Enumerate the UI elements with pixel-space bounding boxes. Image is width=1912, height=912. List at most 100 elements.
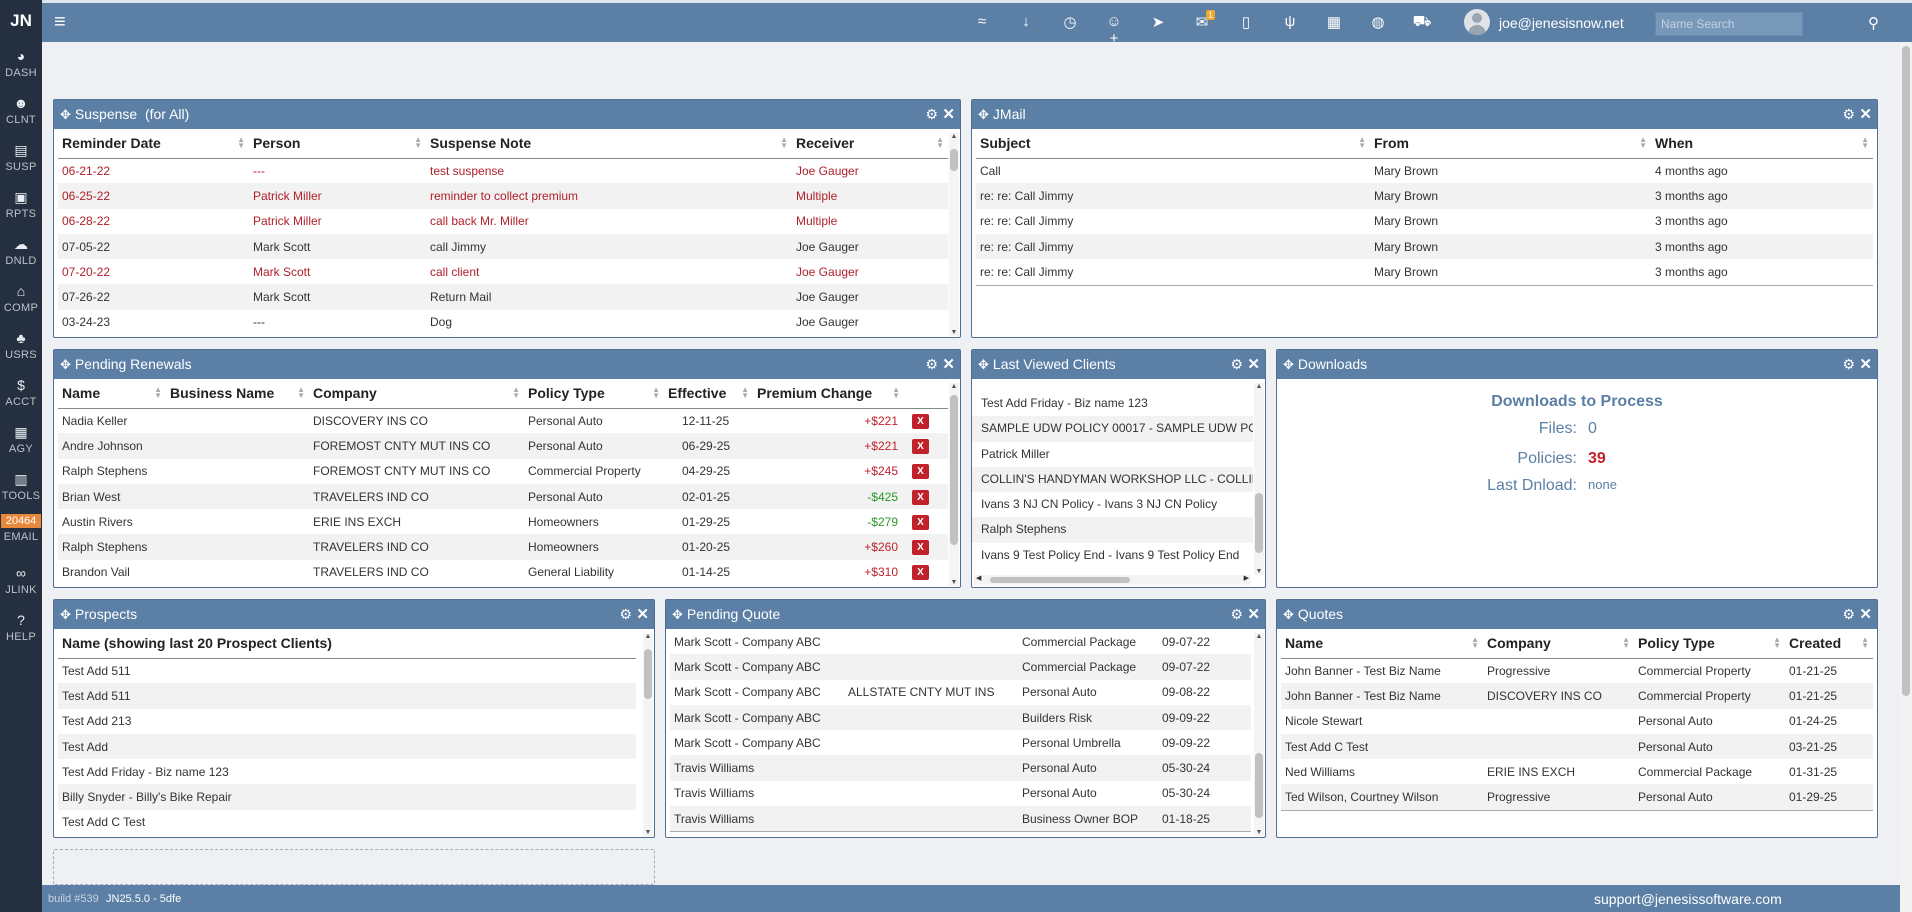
- column-header[interactable]: Premium Change ▲ ▼: [753, 379, 904, 409]
- list-item[interactable]: Ivans 3 NJ CN Policy - Ivans 3 NJ CN Pol…: [972, 492, 1253, 517]
- column-header[interactable]: Effective ▲ ▼: [664, 379, 753, 409]
- gear-icon[interactable]: ⚙: [1230, 600, 1243, 629]
- gear-icon[interactable]: ⚙: [1842, 100, 1855, 129]
- widget-drop-zone[interactable]: [53, 849, 655, 885]
- close-icon[interactable]: ✕: [1247, 350, 1260, 379]
- support-email-link[interactable]: support@jenesissoftware.com: [1594, 891, 1782, 907]
- column-header[interactable]: Person ▲ ▼: [249, 129, 426, 159]
- move-icon[interactable]: ✥: [978, 357, 989, 372]
- remove-button[interactable]: X: [912, 464, 929, 480]
- gear-icon[interactable]: ⚙: [1230, 350, 1243, 379]
- remove-button[interactable]: X: [912, 514, 929, 530]
- last-viewed-vscroll[interactable]: ▲ ▼: [1254, 383, 1264, 575]
- sidebar-item-help[interactable]: ? HELP: [0, 606, 42, 653]
- table-row[interactable]: Ralph Stephens TRAVELERS IND CO Homeowners…: [58, 534, 948, 560]
- sidebar-item-comp[interactable]: ⌂ COMP: [0, 277, 42, 324]
- table-row[interactable]: Ralph Stephens FOREMOST CNTY MUT INS CO Co…: [58, 459, 948, 484]
- close-icon[interactable]: ✕: [1247, 600, 1260, 629]
- move-icon[interactable]: ✥: [60, 357, 71, 372]
- move-icon[interactable]: ✥: [978, 107, 989, 122]
- table-row[interactable]: Mark Scott - Company ABC Personal Umbrell…: [670, 730, 1251, 755]
- mail-icon[interactable]: ✉ 1: [1190, 10, 1215, 31]
- gear-icon[interactable]: ⚙: [619, 600, 632, 629]
- table-row[interactable]: Travis Williams Personal Auto 05-30-24: [670, 781, 1251, 806]
- table-row[interactable]: Test Add 213: [58, 709, 636, 734]
- column-header[interactable]: Name ▲ ▼: [1281, 629, 1483, 659]
- move-icon[interactable]: ✥: [672, 607, 683, 622]
- sidebar-item-email[interactable]: 20464 EMAIL: [0, 512, 42, 559]
- table-row[interactable]: Mark Scott - Company ABC ALLSTATE CNTY MU…: [670, 680, 1251, 705]
- pdf-icon[interactable]: ▯: [1234, 13, 1258, 31]
- sidebar-item-clnt[interactable]: ☻ CLNT: [0, 89, 42, 136]
- column-header[interactable]: Business Name ▲ ▼: [166, 379, 309, 409]
- close-icon[interactable]: ✕: [1859, 350, 1872, 379]
- clock-icon[interactable]: ◷: [1058, 13, 1082, 31]
- table-row[interactable]: John Banner - Test Biz Name DISCOVERY INS…: [1281, 683, 1873, 709]
- table-row[interactable]: 07-05-22 Mark Scott call Jimmy Joe Gauger: [58, 233, 948, 260]
- globe-icon[interactable]: ◍: [1366, 13, 1390, 31]
- column-header[interactable]: Created ▲ ▼: [1785, 629, 1873, 659]
- sidebar-item-susp[interactable]: ▤ SUSP: [0, 136, 42, 183]
- sidebar-item-tools[interactable]: ▥ TOOLS: [0, 465, 42, 512]
- column-header[interactable]: Company ▲ ▼: [1483, 629, 1634, 659]
- table-row[interactable]: re: re: Call Jimmy Mary Brown 3 months ago: [976, 259, 1873, 284]
- suspense-scrollbar[interactable]: ▲ ▼: [949, 133, 959, 336]
- user-email[interactable]: joe@jenesisnow.net: [1499, 15, 1624, 31]
- table-row[interactable]: 07-20-22 Mark Scott call client Joe Gauger: [58, 259, 948, 284]
- list-item[interactable]: Ivans 9 Test Policy End - Ivans 9 Test P…: [972, 543, 1253, 568]
- table-row[interactable]: Test Add C Test Personal Auto 03-21-25: [1281, 733, 1873, 760]
- close-icon[interactable]: ✕: [1859, 100, 1872, 129]
- sidebar-item-rpts[interactable]: ▣ RPTS: [0, 183, 42, 230]
- move-icon[interactable]: ✥: [60, 107, 71, 122]
- table-row[interactable]: Billy Snyder - Billy's Bike Repair: [58, 784, 636, 810]
- gear-icon[interactable]: ⚙: [925, 100, 938, 129]
- table-row[interactable]: Andre Johnson FOREMOST CNTY MUT INS CO Per…: [58, 433, 948, 459]
- column-header[interactable]: When ▲ ▼: [1651, 129, 1873, 159]
- table-row[interactable]: Travis Williams Personal Auto 05-30-24: [670, 755, 1251, 781]
- sidebar-item-dash[interactable]: ◕ DASH: [0, 42, 42, 89]
- table-row[interactable]: 06-21-22 --- test suspense Joe Gauger: [58, 158, 948, 183]
- page-scrollbar-thumb[interactable]: [1902, 46, 1910, 696]
- download-arrow-icon[interactable]: ↓: [1014, 13, 1038, 30]
- files-value[interactable]: 0: [1588, 420, 1597, 438]
- table-row[interactable]: 06-28-22 Patrick Miller call back Mr. Mill…: [58, 209, 948, 234]
- table-row[interactable]: Mark Scott - Company ABC Commercial Packa…: [670, 629, 1251, 654]
- table-row[interactable]: Test Add Friday - Biz name 123: [58, 759, 636, 784]
- close-icon[interactable]: ✕: [942, 100, 955, 129]
- remove-button[interactable]: X: [912, 413, 929, 429]
- sidebar-item-acct[interactable]: $ ACCT: [0, 371, 42, 418]
- close-icon[interactable]: ✕: [636, 600, 649, 629]
- avatar[interactable]: [1464, 9, 1490, 35]
- table-row[interactable]: Test Add 511: [58, 658, 636, 683]
- table-row[interactable]: Travis Williams Business Owner BOP 01-18-2…: [670, 806, 1251, 832]
- table-row[interactable]: Test Add: [58, 733, 636, 760]
- table-row[interactable]: re: re: Call Jimmy Mary Brown 3 months ago: [976, 233, 1873, 260]
- table-row[interactable]: 06-25-22 Patrick Miller reminder to collec…: [58, 183, 948, 209]
- sidebar-item-agy[interactable]: ▦ AGY: [0, 418, 42, 465]
- sidebar-item-dnld[interactable]: ☁ DNLD: [0, 230, 42, 277]
- move-icon[interactable]: ✥: [1283, 607, 1294, 622]
- swimmer-icon[interactable]: ≈: [970, 13, 994, 30]
- table-row[interactable]: Nicole Stewart Personal Auto 01-24-25: [1281, 709, 1873, 734]
- search-icon[interactable]: ⚲: [1868, 14, 1879, 32]
- utensils-icon[interactable]: ψ: [1278, 13, 1302, 30]
- table-row[interactable]: John Banner - Test Biz Name Progressive Co…: [1281, 658, 1873, 683]
- table-row[interactable]: 07-26-22 Mark Scott Return Mail Joe Gauger: [58, 284, 948, 310]
- table-row[interactable]: Call Mary Brown 4 months ago: [976, 158, 1873, 183]
- column-header[interactable]: Policy Type ▲ ▼: [1634, 629, 1785, 659]
- remove-button[interactable]: X: [912, 540, 929, 556]
- renewals-scrollbar[interactable]: ▲ ▼: [949, 383, 959, 586]
- list-item[interactable]: SAMPLE UDW POLICY 00017 - SAMPLE UDW POL…: [972, 416, 1253, 442]
- column-header[interactable]: Receiver ▲ ▼: [792, 129, 948, 159]
- send-icon[interactable]: ➤: [1146, 13, 1170, 31]
- sidebar-item-jlink[interactable]: ∞ JLINK: [0, 559, 42, 606]
- column-header[interactable]: Suspense Note ▲ ▼: [426, 129, 792, 159]
- table-row[interactable]: Brandon Vail TRAVELERS IND CO General Liab…: [58, 560, 948, 585]
- table-row[interactable]: Test Add C Test: [58, 810, 636, 835]
- add-user-icon[interactable]: ☺+: [1102, 13, 1126, 47]
- table-row[interactable]: Ned Williams ERIE INS EXCH Commercial Pack…: [1281, 759, 1873, 784]
- list-item[interactable]: Ralph Stephens: [972, 517, 1253, 543]
- table-row[interactable]: Ted Wilson, Courtney Wilson Progressive Pe…: [1281, 784, 1873, 810]
- table-row[interactable]: Austin Rivers ERIE INS EXCH Homeowners 01-2…: [58, 509, 948, 534]
- name-search-input[interactable]: [1655, 12, 1803, 36]
